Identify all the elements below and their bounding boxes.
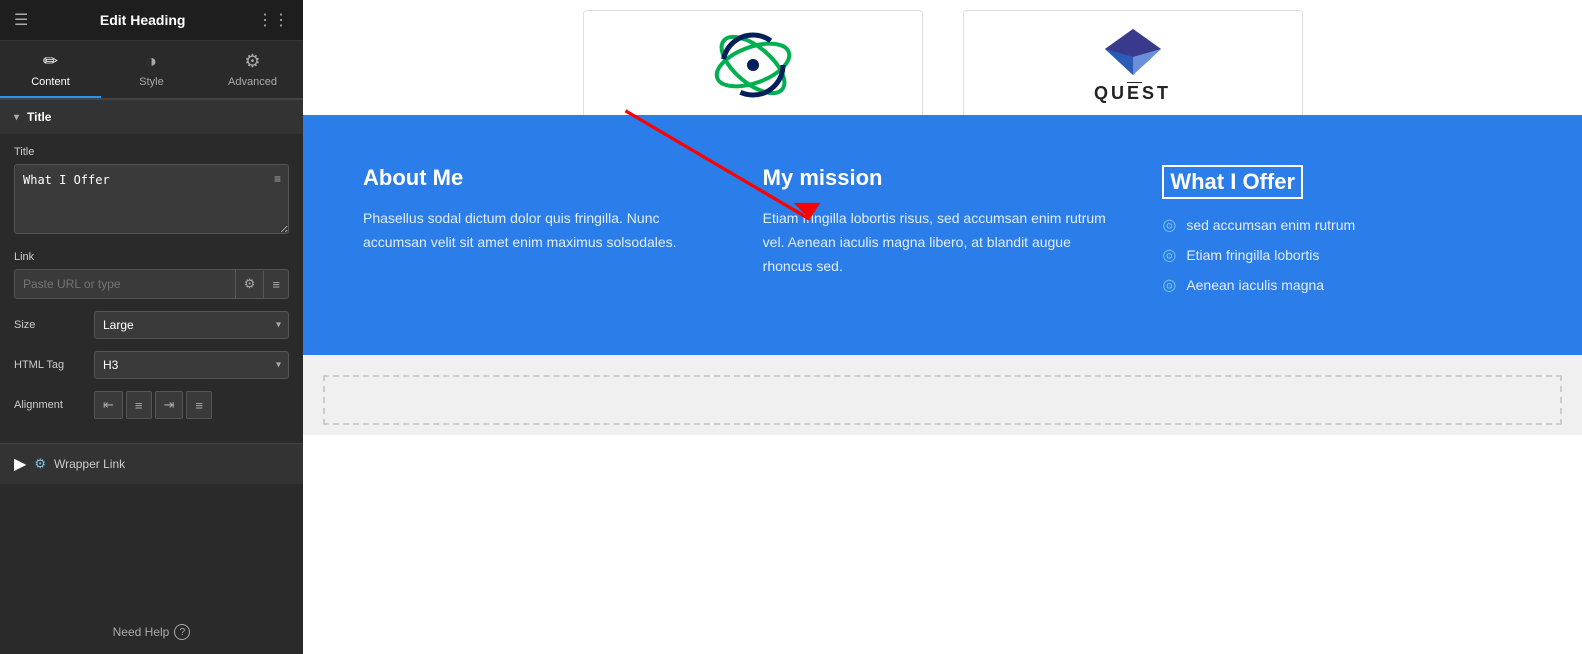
list-icon-1: ◎ — [1162, 215, 1176, 235]
my-mission-col: My mission Etiam fringilla lobortis risu… — [763, 165, 1123, 305]
content-tab-label: Content — [31, 76, 70, 88]
title-section-label: Title — [27, 110, 51, 124]
logo-area: QUEST — [303, 0, 1582, 115]
list-icon-3: ◎ — [1162, 275, 1176, 295]
alignment-buttons: ⇤ ≡ ⇥ ≡ — [94, 391, 212, 419]
grid-menu-button[interactable]: ⋮⋮ — [257, 10, 289, 30]
align-center-button[interactable]: ≡ — [126, 391, 152, 419]
panel-header-left-icons: ☰ — [14, 10, 28, 30]
about-me-col: About Me Phasellus sodal dictum dolor qu… — [363, 165, 723, 305]
my-mission-text: Etiam fringilla lobortis risus, sed accu… — [763, 207, 1123, 278]
wrapper-link-section[interactable]: ▶ ⚙ Wrapper Link — [0, 443, 303, 484]
size-select[interactable]: Large Small Medium XL — [94, 311, 289, 339]
need-help-text: Need Help — [113, 625, 170, 639]
list-item-3: ◎ Aenean iaculis magna — [1162, 275, 1522, 295]
list-item-1: ◎ sed accumsan enim rutrum — [1162, 215, 1522, 235]
main-content: QUEST About Me Phasellus sodal dictum do… — [303, 0, 1582, 654]
link-dynamic-button[interactable]: ≡ — [263, 271, 288, 298]
size-select-wrap: Large Small Medium XL ▾ — [94, 311, 289, 339]
tab-advanced[interactable]: ⚙ Advanced — [202, 41, 303, 98]
link-settings-button[interactable]: ⚙ — [235, 270, 264, 298]
list-icon-2: ◎ — [1162, 245, 1176, 265]
orbit-logo-svg — [703, 25, 803, 105]
dashed-placeholder — [323, 375, 1562, 425]
quest-logo: QUEST — [1094, 27, 1171, 104]
what-i-offer-col: What I Offer ◎ sed accumsan enim rutrum … — [1162, 165, 1522, 305]
title-section-header[interactable]: ▾ Title — [0, 99, 303, 134]
align-left-button[interactable]: ⇤ — [94, 391, 123, 419]
logo-card-orbit — [583, 10, 923, 120]
advanced-tab-label: Advanced — [228, 76, 277, 88]
link-field-label: Link — [14, 251, 289, 263]
title-textarea-wrap: What I Offer ≡ — [14, 164, 289, 239]
title-field-label: Title — [14, 146, 289, 158]
tab-style[interactable]: ◑ Style — [101, 41, 202, 98]
style-tab-label: Style — [139, 76, 163, 88]
blue-section: About Me Phasellus sodal dictum dolor qu… — [303, 115, 1582, 355]
tab-content[interactable]: ✏ Content — [0, 41, 101, 98]
what-i-offer-list: ◎ sed accumsan enim rutrum ◎ Etiam fring… — [1162, 215, 1522, 295]
title-textarea[interactable]: What I Offer — [14, 164, 289, 234]
help-circle-icon: ? — [174, 624, 190, 640]
align-right-button[interactable]: ⇥ — [155, 391, 184, 419]
need-help-link[interactable]: Need Help ? — [14, 624, 289, 640]
left-panel: ☰ Edit Heading ⋮⋮ ✏ Content ◑ Style ⚙ Ad… — [0, 0, 303, 654]
what-i-offer-heading: What I Offer — [1162, 165, 1303, 199]
about-me-text: Phasellus sodal dictum dolor quis fringi… — [363, 207, 723, 255]
panel-footer: Need Help ? — [0, 610, 303, 654]
title-field-wrap: Title What I Offer ≡ — [14, 146, 289, 239]
list-item-3-text: Aenean iaculis magna — [1186, 277, 1324, 293]
html-tag-select-wrap: H3 H1 H2 H4 H5 H6 ▾ — [94, 351, 289, 379]
html-tag-label: HTML Tag — [14, 359, 94, 371]
wrapper-link-label: Wrapper Link — [54, 457, 125, 471]
style-tab-icon: ◑ — [146, 51, 157, 72]
link-input[interactable] — [15, 270, 235, 298]
size-field-row: Size Large Small Medium XL ▾ — [14, 311, 289, 339]
size-label: Size — [14, 319, 94, 331]
alignment-field-row: Alignment ⇤ ≡ ⇥ ≡ — [14, 391, 289, 419]
title-section-arrow: ▾ — [14, 112, 19, 123]
textarea-dynamic-icon[interactable]: ≡ — [274, 172, 281, 186]
quest-diamond-svg — [1103, 27, 1163, 77]
quest-text: QUEST — [1094, 83, 1171, 104]
bottom-area — [303, 355, 1582, 435]
wrapper-link-arrow: ▶ — [14, 454, 26, 474]
hamburger-menu-button[interactable]: ☰ — [14, 10, 28, 30]
my-mission-heading: My mission — [763, 165, 1123, 191]
advanced-tab-icon: ⚙ — [244, 51, 260, 72]
alignment-label: Alignment — [14, 399, 94, 411]
align-justify-button[interactable]: ≡ — [186, 391, 212, 419]
logo-card-quest: QUEST — [963, 10, 1303, 120]
link-field-wrap: Link ⚙ ≡ — [14, 251, 289, 299]
wrapper-link-icon: ⚙ — [34, 456, 46, 472]
list-item-1-text: sed accumsan enim rutrum — [1186, 217, 1355, 233]
panel-header: ☰ Edit Heading ⋮⋮ — [0, 0, 303, 41]
panel-header-right-icons: ⋮⋮ — [257, 10, 289, 30]
title-section-body: Title What I Offer ≡ Link ⚙ ≡ Size — [0, 134, 303, 443]
about-me-heading: About Me — [363, 165, 723, 191]
list-item-2: ◎ Etiam fringilla lobortis — [1162, 245, 1522, 265]
html-tag-select[interactable]: H3 H1 H2 H4 H5 H6 — [94, 351, 289, 379]
content-tab-icon: ✏ — [43, 51, 58, 72]
list-item-2-text: Etiam fringilla lobortis — [1186, 247, 1319, 263]
panel-title: Edit Heading — [100, 12, 186, 28]
html-tag-field-row: HTML Tag H3 H1 H2 H4 H5 H6 ▾ — [14, 351, 289, 379]
panel-tabs: ✏ Content ◑ Style ⚙ Advanced — [0, 41, 303, 99]
panel-content: ▾ Title Title What I Offer ≡ Link ⚙ ≡ — [0, 99, 303, 610]
link-input-wrap: ⚙ ≡ — [14, 269, 289, 299]
